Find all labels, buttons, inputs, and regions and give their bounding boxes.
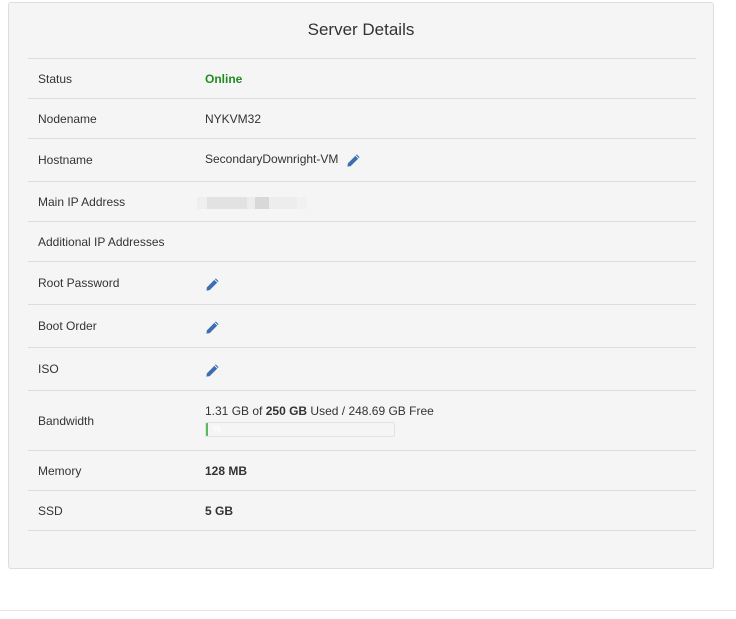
root-password-label: Root Password [28,261,195,305]
bandwidth-free: 248.69 GB Free [348,404,434,418]
table-row: Memory 128 MB [28,450,696,491]
server-details-panel: Server Details Status Online Nodename NY… [8,2,714,569]
bandwidth-progress-bar: % [205,422,395,437]
hostname-value: SecondaryDownright-VM [205,152,339,167]
table-row: SSD 5 GB [28,490,696,531]
table-row: Hostname SecondaryDownright-VM [28,138,696,182]
pencil-icon[interactable] [205,363,220,378]
nodename-value: NYKVM32 [205,111,262,126]
memory-label: Memory [28,450,195,491]
bandwidth-total: 250 GB [265,404,308,418]
status-value: Online [205,71,243,86]
main-ip-label: Main IP Address [28,181,195,222]
boot-order-label: Boot Order [28,304,195,348]
ssd-label: SSD [28,490,195,531]
table-row: Additional IP Addresses [28,221,696,262]
table-row: Status Online [28,58,696,99]
bandwidth-used: 1.31 GB [205,404,250,418]
pencil-icon[interactable] [346,153,361,168]
table-row: Nodename NYKVM32 [28,98,696,139]
status-label: Status [28,58,195,99]
server-details-table: Status Online Nodename NYKVM32 Hostname … [28,58,696,531]
iso-label: ISO [28,347,195,391]
bandwidth-summary: 1.31 GB of 250 GB Used / 248.69 GB Free [205,404,696,418]
footer-divider [0,610,736,611]
bandwidth-progress-fill [206,423,208,436]
panel-title: Server Details [307,20,415,39]
table-row: ISO [28,347,696,391]
pencil-icon[interactable] [205,320,220,335]
table-row: Bandwidth 1.31 GB of 250 GB Used / 248.6… [28,390,696,451]
memory-value: 128 MB [205,463,248,478]
additional-ip-value [195,221,696,262]
redacted-ip-address [197,195,307,209]
bandwidth-progress-label: % [212,424,221,435]
table-row: Boot Order [28,304,696,348]
bandwidth-used-text: Used / [307,404,349,418]
pencil-icon[interactable] [205,277,220,292]
table-row: Main IP Address [28,181,696,222]
bandwidth-label: Bandwidth [28,390,195,451]
additional-ip-label: Additional IP Addresses [28,221,195,262]
hostname-label: Hostname [28,138,195,182]
nodename-label: Nodename [28,98,195,139]
ssd-value: 5 GB [205,503,234,518]
table-row: Root Password [28,261,696,305]
bandwidth-of-text: of [249,404,266,418]
